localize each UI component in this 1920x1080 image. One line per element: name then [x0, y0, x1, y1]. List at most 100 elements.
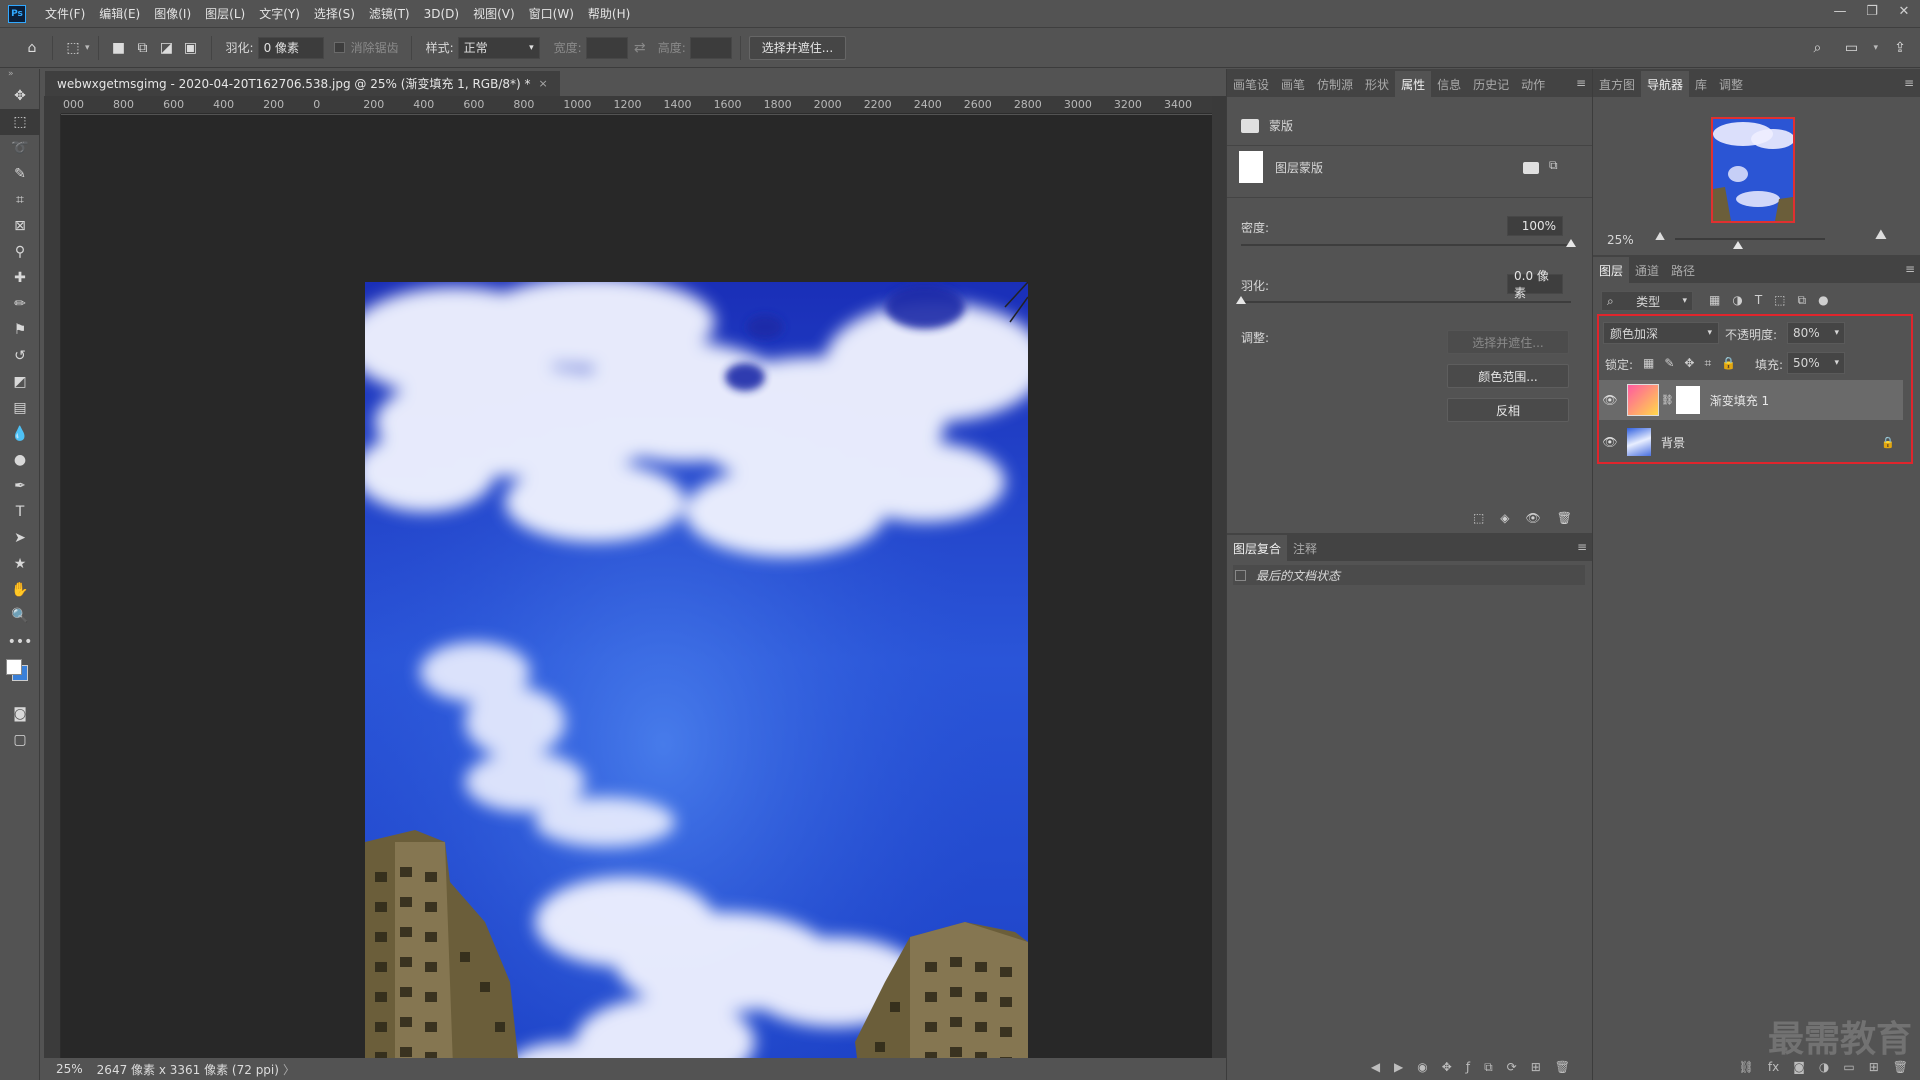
visibility-icon[interactable]: 👁	[1526, 511, 1541, 525]
layer-row[interactable]: 👁 背景 🔒	[1599, 422, 1903, 462]
select-and-mask-button[interactable]: 选择并遮住...	[748, 35, 847, 60]
more-tools-icon[interactable]: •••	[0, 629, 40, 655]
next-comp-icon[interactable]: ▶	[1394, 1060, 1403, 1074]
visibility-comp-icon[interactable]: ◉	[1417, 1060, 1427, 1074]
menu-image[interactable]: 图像(I)	[147, 5, 198, 22]
minimize-button[interactable]: —	[1824, 0, 1856, 22]
new-selection-icon[interactable]: ■	[107, 36, 131, 60]
color-range-button[interactable]: 颜色范围...	[1447, 364, 1569, 388]
menu-type[interactable]: 文字(Y)	[252, 5, 307, 22]
pixel-filter-icon[interactable]: ▦	[1709, 293, 1720, 308]
lock-all-icon[interactable]: 🔒	[1721, 356, 1736, 371]
swap-icon[interactable]: ⇄	[628, 36, 652, 60]
pen-tool-icon[interactable]: ✒	[0, 473, 40, 499]
layer-mask-thumbnail[interactable]	[1675, 386, 1700, 414]
home-icon[interactable]: ⌂	[20, 36, 44, 60]
density-input[interactable]: 100%	[1507, 216, 1563, 236]
layer-filter-select[interactable]: ⌕ 类型 ▾	[1601, 291, 1693, 311]
smart-object-comp-icon[interactable]: ⧉	[1484, 1060, 1493, 1075]
tab-layer-comps[interactable]: 图层复合	[1227, 535, 1288, 561]
search-icon[interactable]: ⌕	[1805, 36, 1829, 60]
tab-adjustments[interactable]: 调整	[1713, 71, 1749, 97]
type-tool-icon[interactable]: T	[0, 499, 40, 525]
move-tool-icon[interactable]: ✥	[0, 83, 40, 109]
quick-select-tool-icon[interactable]: ✎	[0, 161, 40, 187]
lock-position-icon[interactable]: ✥	[1684, 356, 1694, 371]
dodge-tool-icon[interactable]: ●	[0, 447, 40, 473]
menu-help[interactable]: 帮助(H)	[581, 5, 637, 22]
tab-libraries[interactable]: 库	[1689, 71, 1713, 97]
fill-input[interactable]: 50% ▾	[1787, 352, 1845, 374]
panel-menu-icon[interactable]: ≡	[1576, 76, 1586, 90]
gradient-tool-icon[interactable]: ▤	[0, 395, 40, 421]
invert-button[interactable]: 反相	[1447, 398, 1569, 422]
layer-name[interactable]: 背景	[1661, 434, 1685, 451]
eraser-tool-icon[interactable]: ◩	[0, 369, 40, 395]
apply-mask-icon[interactable]: ◈	[1500, 511, 1509, 525]
menu-window[interactable]: 窗口(W)	[522, 5, 581, 22]
tab-layers[interactable]: 图层	[1593, 257, 1630, 283]
position-comp-icon[interactable]: ✥	[1442, 1060, 1452, 1074]
chevron-down-icon[interactable]: ▾	[1834, 328, 1839, 338]
feather-input[interactable]: 0.0 像素	[1507, 269, 1563, 300]
new-layer-icon[interactable]: ⊞	[1869, 1060, 1879, 1074]
adjustment-filter-icon[interactable]: ◑	[1732, 293, 1742, 308]
close-window-button[interactable]: ✕	[1888, 0, 1920, 22]
navigator-zoom-value[interactable]: 25%	[1607, 233, 1634, 247]
visibility-eye-icon[interactable]: 👁	[1599, 435, 1621, 449]
marquee-preset-icon[interactable]: ⬚	[61, 36, 85, 60]
tab-navigator[interactable]: 导航器	[1641, 71, 1690, 97]
tab-history[interactable]: 历史记	[1467, 71, 1515, 97]
new-adjustment-icon[interactable]: ◑	[1819, 1060, 1829, 1074]
add-vector-mask-icon[interactable]: ⧉	[1549, 158, 1558, 173]
add-mask-icon[interactable]: ◙	[1793, 1060, 1805, 1074]
blend-mode-select[interactable]: 颜色加深 ▾	[1603, 322, 1719, 344]
add-selection-icon[interactable]: ⧉	[131, 36, 155, 60]
type-filter-icon[interactable]: T	[1755, 293, 1762, 308]
tab-brush-settings[interactable]: 画笔设	[1227, 71, 1275, 97]
gradient-fill-thumbnail[interactable]	[1627, 384, 1659, 416]
intersect-selection-icon[interactable]: ▣	[179, 36, 203, 60]
filter-toggle-icon[interactable]: ●	[1818, 293, 1828, 308]
expand-chevron-icon[interactable]: »	[0, 69, 39, 83]
quick-mask-icon[interactable]: ◙	[0, 701, 40, 727]
lock-transparency-icon[interactable]: ▦	[1643, 356, 1654, 371]
lasso-tool-icon[interactable]: ➰	[0, 135, 40, 161]
new-group-icon[interactable]: ▭	[1843, 1060, 1854, 1074]
layer-style-icon[interactable]: fx	[1768, 1060, 1779, 1074]
hand-tool-icon[interactable]: ✋	[0, 577, 40, 603]
menu-filter[interactable]: 滤镜(T)	[362, 5, 417, 22]
tab-channels[interactable]: 通道	[1629, 257, 1665, 283]
tab-properties[interactable]: 属性	[1395, 71, 1432, 97]
chevron-down-icon[interactable]: ▾	[1834, 358, 1839, 368]
document-image[interactable]	[365, 282, 1028, 1080]
status-menu-arrow-icon[interactable]: 〉	[283, 1061, 295, 1078]
comp-checkbox[interactable]	[1235, 569, 1246, 581]
new-comp-icon[interactable]: ⊞	[1531, 1060, 1541, 1074]
document-tab[interactable]: webwxgetmsgimg - 2020-04-20T162706.538.j…	[45, 69, 560, 96]
feather-slider-track[interactable]	[1241, 301, 1571, 303]
feather-slider-thumb[interactable]	[1236, 296, 1246, 304]
antialias-checkbox[interactable]	[333, 42, 345, 53]
layer-mask-thumbnail[interactable]	[1239, 151, 1263, 183]
menu-edit[interactable]: 编辑(E)	[92, 5, 147, 22]
zoom-level[interactable]: 25%	[56, 1062, 83, 1076]
layer-row[interactable]: 👁 ⛓ 渐变填充 1	[1599, 380, 1903, 420]
zoom-tool-icon[interactable]: 🔍	[0, 603, 40, 629]
opacity-input[interactable]: 80% ▾	[1787, 322, 1845, 344]
tab-shapes[interactable]: 形状	[1359, 71, 1395, 97]
panel-menu-icon[interactable]: ≡	[1904, 76, 1914, 90]
navigator-thumbnail[interactable]	[1711, 117, 1795, 223]
menu-file[interactable]: 文件(F)	[38, 5, 92, 22]
appearance-comp-icon[interactable]: ƒ	[1466, 1060, 1470, 1074]
tab-clone-source[interactable]: 仿制源	[1311, 71, 1359, 97]
select-and-mask-button[interactable]: 选择并遮住...	[1447, 330, 1569, 354]
healing-tool-icon[interactable]: ✚	[0, 265, 40, 291]
chevron-down-icon[interactable]: ▾	[85, 43, 90, 53]
tab-brushes[interactable]: 画笔	[1275, 71, 1311, 97]
maximize-button[interactable]: ❐	[1856, 0, 1888, 22]
link-icon[interactable]: ⛓	[1661, 395, 1674, 406]
close-tab-icon[interactable]: ×	[539, 77, 548, 90]
panel-menu-icon[interactable]: ≡	[1577, 540, 1587, 554]
navigator-zoom-thumb[interactable]	[1733, 241, 1743, 249]
